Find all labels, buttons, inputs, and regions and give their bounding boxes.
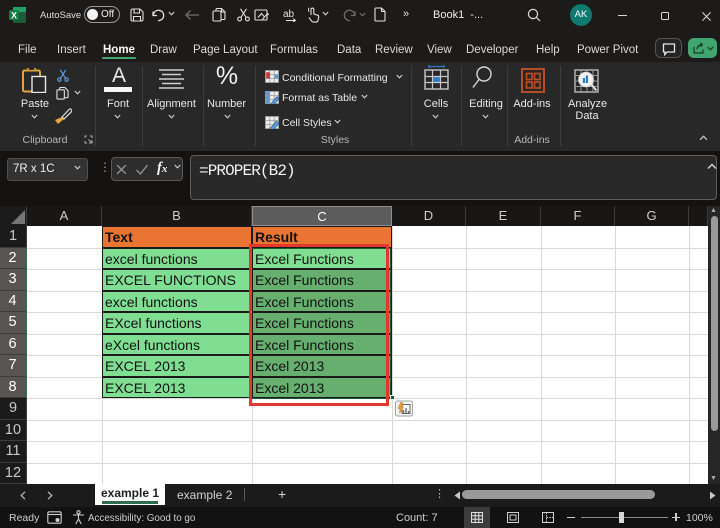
svg-text:ab: ab	[283, 9, 295, 20]
svg-text:X: X	[11, 11, 17, 21]
